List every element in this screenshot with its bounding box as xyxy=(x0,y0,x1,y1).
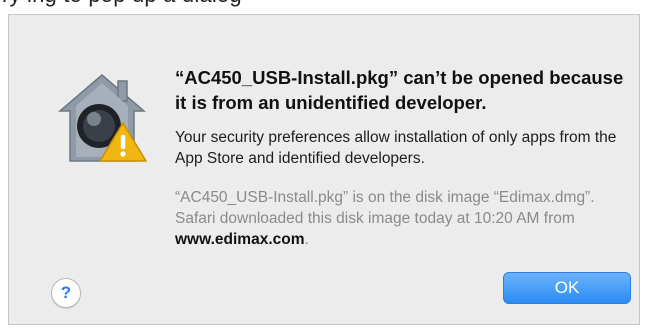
dialog-message: Your security preferences allow installa… xyxy=(175,129,617,167)
gatekeeper-warning-icon xyxy=(57,74,147,162)
dialog-detail: “AC450_USB-Install.pkg” is on the disk i… xyxy=(175,187,635,250)
ok-button[interactable]: OK xyxy=(503,272,631,304)
dialog-title: “AC450_USB-Install.pkg” can’t be opened … xyxy=(175,67,624,113)
detail-site: www.edimax.com xyxy=(175,231,305,248)
detail-text: “AC450_USB-Install.pkg” is on the disk i… xyxy=(175,189,595,227)
background-window-strip: ry ing to pop up a dialog xyxy=(0,0,646,14)
ok-button-label: OK xyxy=(554,278,580,297)
help-icon: ? xyxy=(60,283,72,302)
help-button[interactable]: ? xyxy=(51,278,81,308)
background-text: ry ing to pop up a dialog xyxy=(2,0,242,8)
alert-dialog: “AC450_USB-Install.pkg” can’t be opened … xyxy=(8,14,640,325)
detail-suffix: . xyxy=(304,231,309,248)
